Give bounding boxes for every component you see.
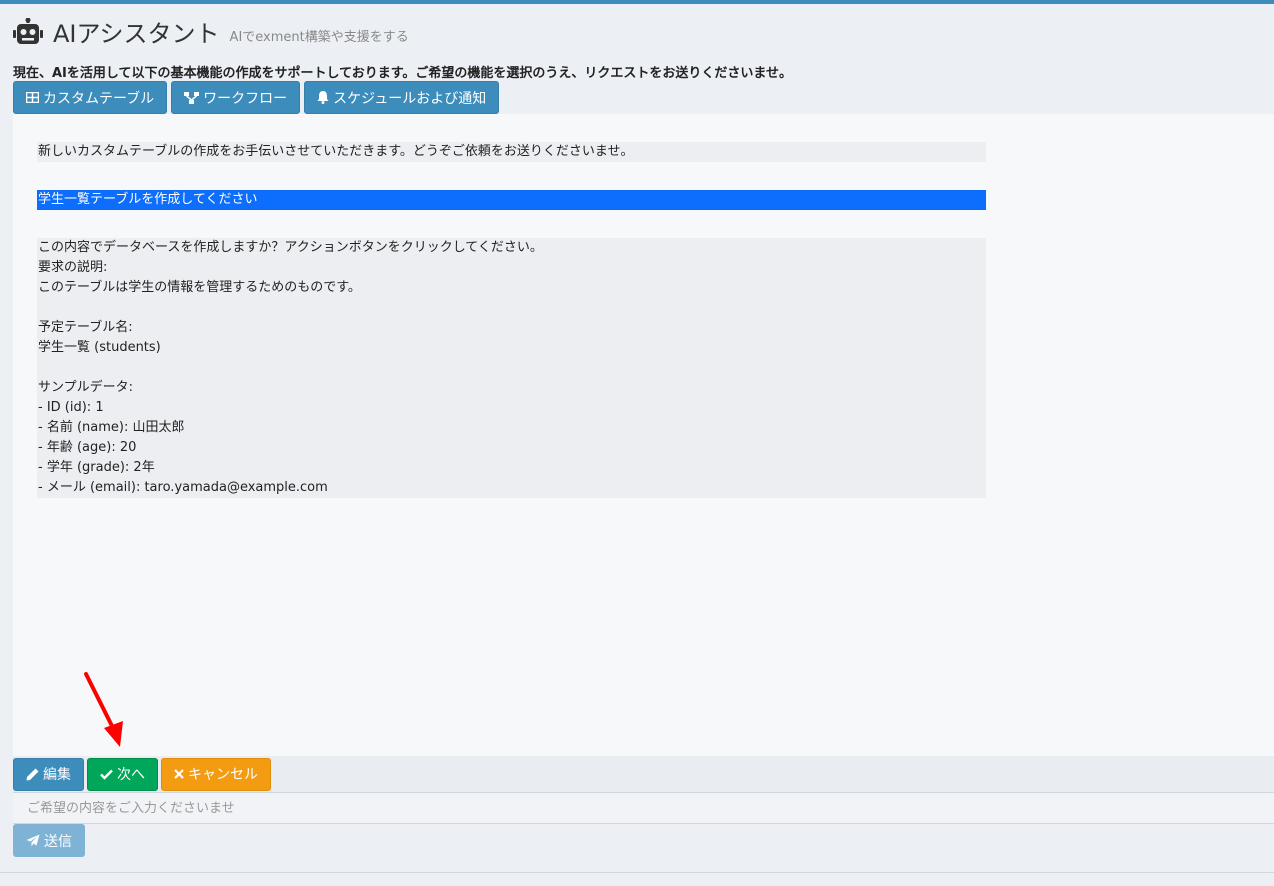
user-message: 学生一覧テーブルを作成してください [37,190,986,210]
workflow-button[interactable]: ワークフロー [171,81,301,114]
robot-icon [13,18,43,46]
next-button[interactable]: 次へ [87,757,158,791]
bell-icon [317,91,329,104]
send-button[interactable]: 送信 [13,824,85,857]
custom-table-label: カスタムテーブル [43,89,155,106]
feature-button-group: カスタムテーブル ワークフロー スケジュールおよび通知 [13,81,500,114]
schedule-notification-label: スケジュールおよび通知 [333,89,487,106]
cancel-button[interactable]: キャンセル [161,757,271,791]
edit-label: 編集 [43,766,71,782]
schedule-notification-button[interactable]: スケジュールおよび通知 [304,81,500,114]
send-label: 送信 [44,832,72,849]
send-button-wrapper: 送信 [13,824,85,857]
page-title: AIアシスタント [53,20,220,48]
message-input[interactable] [13,793,1274,823]
next-label: 次へ [117,766,145,782]
top-accent-bar [0,0,1274,4]
assistant-message: この内容でデータベースを作成しますか？アクションボタンをクリックしてください。 … [37,238,986,498]
page-header: AIアシスタント AIでexment構築や支援をする [13,16,409,48]
action-button-bar: 編集 次へ キャンセル [13,756,1274,792]
workflow-label: ワークフロー [203,89,288,106]
table-icon [26,92,39,103]
paper-plane-icon [26,834,40,847]
close-icon [174,769,184,779]
chat-history[interactable]: 新しいカスタムテーブルの作成をお手伝いさせていただきます。どうぞご依頼をお送りく… [13,114,1274,756]
edit-button[interactable]: 編集 [13,757,84,791]
annotation-arrow-icon [80,670,130,750]
cancel-label: キャンセル [188,766,258,782]
pencil-icon [26,768,39,781]
assistant-message: 新しいカスタムテーブルの作成をお手伝いさせていただきます。どうぞご依頼をお送りく… [37,142,986,162]
sitemap-icon [184,91,200,104]
check-icon [100,769,113,780]
custom-table-button[interactable]: カスタムテーブル [13,81,168,114]
footer-divider [0,872,1274,873]
message-input-row [13,792,1274,824]
intro-text: 現在、AIを活用して以下の基本機能の作成をサポートしております。ご希望の機能を選… [13,66,793,81]
page-subtitle: AIでexment構築や支援をする [229,30,409,45]
